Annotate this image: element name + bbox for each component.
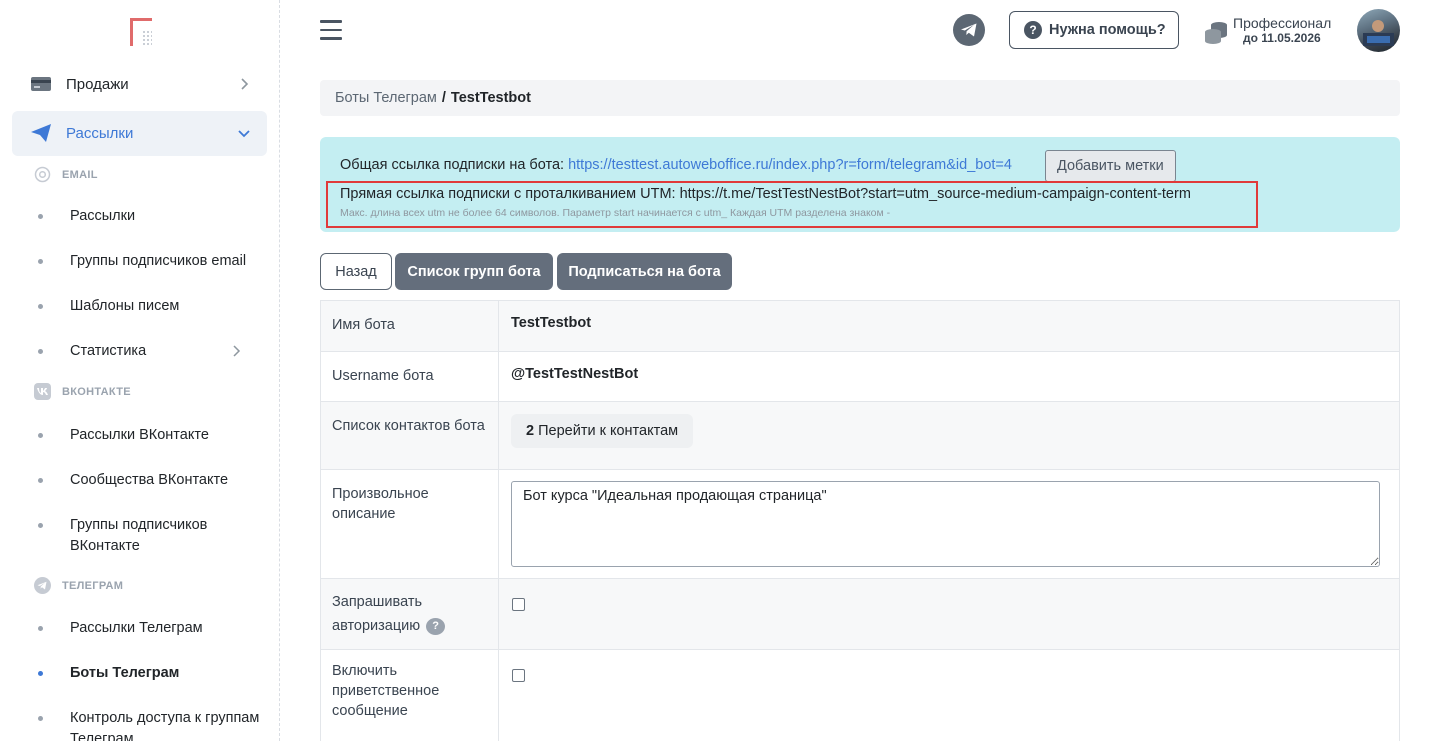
utm-hint: Макс. длина всех utm не более 64 символо… — [340, 207, 891, 219]
chevron-right-icon — [241, 78, 249, 90]
sidebar-item-mailings[interactable]: Рассылки — [12, 111, 267, 156]
sidebar-item-label: Продажи — [66, 76, 129, 93]
subscribe-bot-button[interactable]: Подписаться на бота — [557, 253, 732, 290]
sidebar-item-label: Рассылки — [66, 125, 134, 142]
common-link-row: Общая ссылка подписки на бота: https://t… — [340, 157, 1012, 173]
sidebar: Продажи Рассылки EMAIL Рассылки Группы п… — [0, 0, 280, 741]
coins-icon — [1205, 22, 1227, 44]
row-label: Включить приветственное сообщение — [321, 650, 499, 741]
description-textarea[interactable]: Бот курса "Идеальная продающая страница" — [511, 481, 1380, 567]
paper-plane-icon — [31, 124, 51, 142]
row-label: Произвольное описание — [321, 470, 499, 578]
welcome-message-checkbox[interactable] — [512, 669, 525, 682]
plan-name: Профессионал — [1233, 15, 1332, 31]
common-link-url[interactable]: https://testtest.autoweboffice.ru/index.… — [568, 157, 1012, 173]
section-telegram: ТЕЛЕГРАМ — [34, 577, 123, 594]
contacts-count: 2 — [526, 423, 535, 439]
bot-details-table: Имя бота TestTestbot Username бота @Test… — [320, 300, 1400, 741]
contacts-cell: 2 Перейти к контактам — [500, 402, 1399, 469]
breadcrumb-current: TestTestbot — [450, 90, 531, 106]
table-row: Username бота @TestTestNestBot — [321, 352, 1399, 402]
row-label: Username бота — [321, 352, 499, 401]
table-row: Произвольное описание Бот курса "Идеальн… — [321, 470, 1399, 579]
help-button[interactable]: ? Нужна помощь? — [1009, 11, 1179, 49]
breadcrumb: Боты Телеграм / TestTestbot — [320, 80, 1400, 116]
table-row: Список контактов бота 2 Перейти к контак… — [321, 402, 1399, 470]
welcome-cell — [500, 650, 1399, 741]
request-auth-checkbox[interactable] — [512, 598, 525, 611]
telegram-icon — [34, 577, 51, 594]
question-icon: ? — [1024, 21, 1042, 39]
table-row: Имя бота TestTestbot — [321, 301, 1399, 352]
chevron-right-icon — [233, 345, 241, 357]
description-cell: Бот курса "Идеальная продающая страница" — [500, 470, 1399, 578]
question-icon[interactable]: ? — [426, 617, 446, 635]
at-sign-icon — [34, 166, 51, 183]
section-email: EMAIL — [34, 166, 98, 183]
row-label: Запрашивать авторизацию? — [321, 579, 499, 649]
chevron-down-icon — [238, 130, 250, 138]
sidebar-item-sales[interactable]: Продажи — [12, 62, 267, 107]
vk-icon — [34, 383, 51, 400]
direct-link-text: Прямая ссылка подписки с проталкиванием … — [340, 186, 1191, 202]
plan-info[interactable]: Профессионал до 11.05.2026 — [1201, 15, 1341, 49]
contacts-link-label: Перейти к контактам — [538, 423, 679, 439]
username-value: @TestTestNestBot — [511, 366, 639, 382]
bot-name-value: TestTestbot — [511, 315, 592, 331]
telegram-icon[interactable] — [953, 14, 985, 46]
table-row: Запрашивать авторизацию? — [321, 579, 1399, 650]
bot-groups-button[interactable]: Список групп бота — [395, 253, 553, 290]
menu-toggle-icon[interactable] — [320, 20, 342, 40]
common-link-label: Общая ссылка подписки на бота: — [340, 157, 565, 173]
auth-cell — [500, 579, 1399, 649]
plan-date: до 11.05.2026 — [1243, 31, 1321, 45]
breadcrumb-separator: / — [441, 90, 446, 106]
row-label: Список контактов бота — [321, 402, 499, 469]
add-tags-button[interactable]: Добавить метки — [1045, 150, 1176, 182]
credit-card-icon — [31, 77, 51, 91]
breadcrumb-parent[interactable]: Боты Телеграм — [335, 90, 437, 106]
back-button[interactable]: Назад — [320, 253, 392, 290]
avatar[interactable] — [1357, 9, 1400, 52]
logo[interactable] — [130, 18, 154, 48]
subscription-links-panel: Общая ссылка подписки на бота: https://t… — [320, 137, 1400, 232]
table-row: Включить приветственное сообщение — [321, 650, 1399, 741]
go-to-contacts-button[interactable]: 2 Перейти к контактам — [511, 414, 694, 448]
section-vk: ВКОНТАКТЕ — [34, 383, 131, 400]
row-label: Имя бота — [321, 301, 499, 351]
